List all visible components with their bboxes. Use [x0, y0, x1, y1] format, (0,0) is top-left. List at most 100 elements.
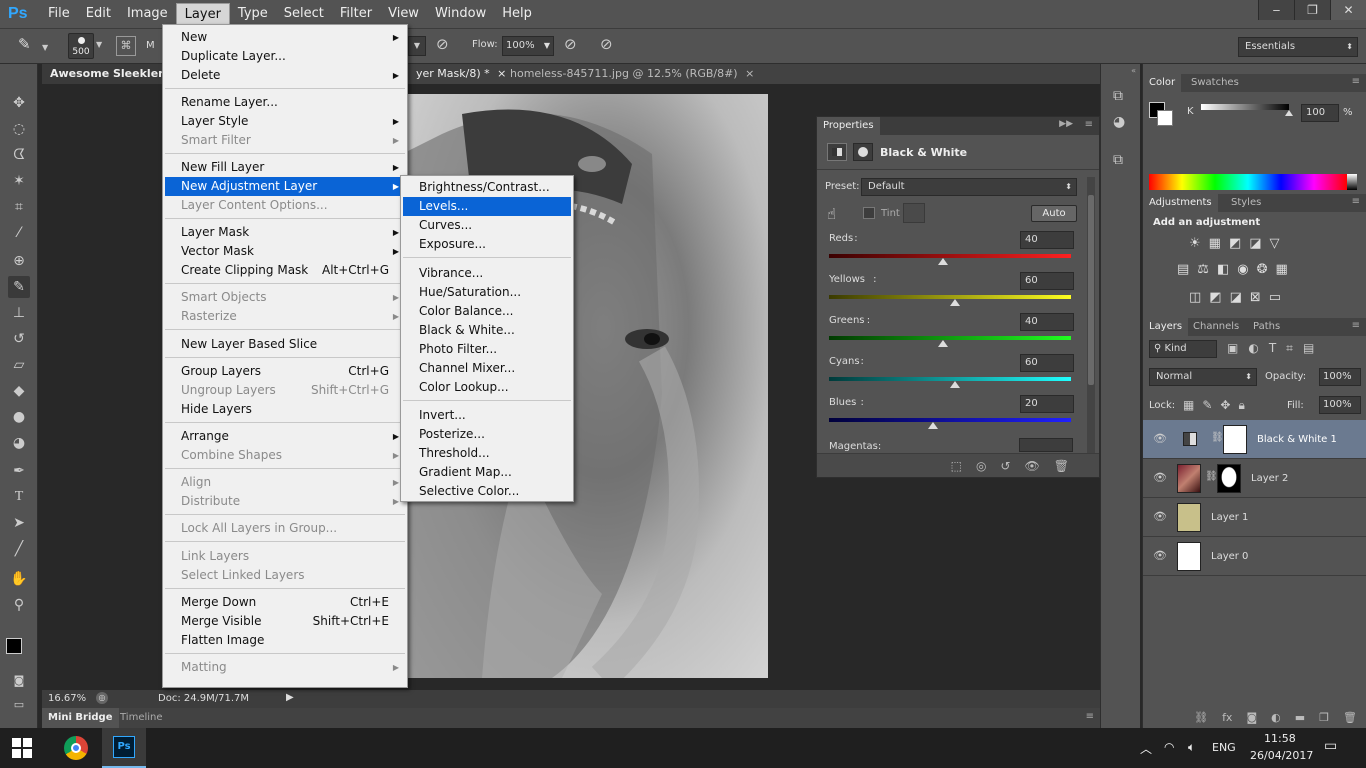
clone-stamp-tool-icon[interactable]: ⊥	[8, 302, 30, 324]
k-value-input[interactable]: 100	[1301, 104, 1339, 122]
chevron-up-icon[interactable]: ︿	[1140, 740, 1152, 757]
magentas-value-input[interactable]	[1019, 438, 1073, 452]
eye-icon[interactable]: 👁︎	[1153, 432, 1167, 446]
eye-icon[interactable]: 👁︎	[1025, 454, 1040, 477]
trash-icon[interactable]: 🗑︎	[1054, 454, 1069, 477]
layer-row[interactable]: 👁︎ Layer 1	[1143, 498, 1366, 537]
slider-thumb[interactable]	[1285, 110, 1293, 116]
tab-color[interactable]: Color	[1143, 74, 1182, 92]
pressure-size-icon[interactable]: ⊘	[600, 35, 613, 53]
slider-thumb[interactable]	[937, 258, 948, 265]
zoom-tool-icon[interactable]: ⚲	[8, 594, 30, 616]
tab-styles[interactable]: Styles	[1225, 194, 1267, 212]
menu-item-exposure[interactable]: Exposure...	[403, 235, 571, 254]
menu-item-threshold[interactable]: Threshold...	[403, 444, 571, 463]
quick-mask-icon[interactable]: ◙	[8, 670, 30, 692]
slider-value-input[interactable]: 40	[1020, 231, 1074, 249]
tab-mini-bridge[interactable]: Mini Bridge	[42, 708, 119, 728]
windows-start-icon[interactable]	[12, 738, 32, 758]
tab-timeline[interactable]: Timeline	[116, 708, 167, 728]
panel-menu-icon[interactable]: ≡	[1352, 196, 1360, 207]
curves-icon[interactable]: ◩	[1229, 236, 1241, 252]
menu-item-curves[interactable]: Curves...	[403, 216, 571, 235]
layer-name[interactable]: Layer 2	[1251, 473, 1288, 484]
channel-mixer-icon[interactable]: ❂	[1257, 262, 1268, 278]
color-spectrum-bar[interactable]	[1149, 174, 1347, 190]
crop-tool-icon[interactable]: ⌗	[8, 196, 30, 218]
eye-icon[interactable]: 👁︎	[1153, 510, 1167, 524]
brush-presets-icon[interactable]: ◕	[1113, 114, 1125, 130]
blur-tool-icon[interactable]: ●	[8, 406, 30, 428]
preset-select[interactable]: Default ⬍	[861, 178, 1077, 196]
menu-item-create-clipping-mask[interactable]: Create Clipping Mask Alt+Ctrl+G	[165, 261, 405, 280]
slider-thumb[interactable]	[928, 422, 939, 429]
mask-icon[interactable]	[853, 143, 873, 161]
zoom-level[interactable]: 16.67%	[48, 693, 86, 704]
lasso-tool-icon[interactable]: ᗧ	[8, 144, 30, 166]
menu-select[interactable]: Select	[276, 3, 332, 25]
tint-color-swatch[interactable]	[903, 203, 925, 223]
move-tool-icon[interactable]: ✥	[8, 92, 30, 114]
slider-track[interactable]	[829, 254, 1071, 258]
clock-time[interactable]: 11:58	[1264, 732, 1296, 745]
menu-item-duplicate-layer[interactable]: Duplicate Layer...	[165, 47, 405, 66]
menu-item-hue-saturation[interactable]: Hue/Saturation...	[403, 283, 571, 302]
doc-tab-active[interactable]: yer Mask/8) * ×	[408, 64, 514, 84]
gradient-triangle-icon[interactable]: ▽	[1270, 236, 1280, 252]
menu-filter[interactable]: Filter	[332, 3, 380, 25]
menu-layer[interactable]: Layer	[175, 3, 230, 25]
bw-ramp[interactable]	[1347, 174, 1357, 190]
menu-item-hide-layers[interactable]: Hide Layers	[165, 400, 405, 419]
type-tool-icon[interactable]: T	[8, 486, 30, 508]
slider-value-input[interactable]: 20	[1020, 395, 1074, 413]
collapse-icon[interactable]: «	[1105, 66, 1136, 75]
add-mask-icon[interactable]: ◙	[1246, 708, 1257, 728]
view-previous-icon[interactable]: ◎	[976, 454, 986, 477]
background-color-swatch[interactable]	[1157, 110, 1173, 126]
exposure-icon[interactable]: ◪	[1249, 236, 1261, 252]
flow-input[interactable]: 100% ▼	[502, 36, 554, 56]
menu-item-delete[interactable]: Delete ▶	[165, 66, 405, 85]
menu-item-photo-filter[interactable]: Photo Filter...	[403, 340, 571, 359]
vibrance-icon[interactable]: ▤	[1177, 262, 1189, 278]
menu-item-posterize[interactable]: Posterize...	[403, 425, 571, 444]
adjustments-panel-icon[interactable]: ⧉	[1113, 152, 1123, 168]
menu-item-merge-down[interactable]: Merge Down Ctrl+E	[165, 593, 405, 612]
history-brush-tool-icon[interactable]: ↺	[8, 328, 30, 350]
menu-item-new[interactable]: New ▶	[165, 28, 405, 47]
blend-mode-select[interactable]: Normal ⬍	[1149, 368, 1257, 386]
auto-button[interactable]: Auto	[1031, 205, 1077, 222]
menu-view[interactable]: View	[380, 3, 427, 25]
brush-panel-icon[interactable]: ⌘	[116, 36, 136, 56]
dodge-tool-icon[interactable]: ◕	[8, 432, 30, 454]
brush-preset-picker[interactable]: 500	[68, 33, 94, 59]
photo-filter-icon[interactable]: ◉	[1237, 262, 1248, 278]
menu-item-layer-style[interactable]: Layer Style ▶	[165, 112, 405, 131]
layer-name[interactable]: Layer 1	[1211, 512, 1248, 523]
opacity-input[interactable]: 100%	[1319, 368, 1361, 386]
eraser-tool-icon[interactable]: ▱	[8, 354, 30, 376]
menu-item-channel-mixer[interactable]: Channel Mixer...	[403, 359, 571, 378]
panel-menu-icon[interactable]: ≡	[1085, 119, 1093, 130]
brightness-icon[interactable]: ☀	[1189, 236, 1201, 252]
hand-tool-icon[interactable]: ✋	[8, 568, 30, 590]
adjustment-filter-icon[interactable]: ◐	[1248, 341, 1258, 356]
menu-item-levels[interactable]: Levels...	[403, 197, 571, 216]
line-tool-icon[interactable]: ╱	[8, 538, 30, 560]
menu-item-color-lookup[interactable]: Color Lookup...	[403, 378, 571, 397]
slider-track[interactable]	[829, 418, 1071, 422]
menu-file[interactable]: File	[40, 3, 78, 25]
share-icon[interactable]: ◎	[96, 692, 108, 704]
pressure-opacity-icon[interactable]: ⊘	[436, 35, 449, 53]
menu-item-selective-color[interactable]: Selective Color...	[403, 482, 571, 501]
chevron-down-icon[interactable]: ▼	[42, 43, 48, 52]
menu-help[interactable]: Help	[494, 3, 540, 25]
chevron-down-icon[interactable]: ▼	[96, 40, 102, 49]
adjustment-layer-icon[interactable]	[827, 143, 847, 161]
pen-tool-icon[interactable]: ✒	[8, 460, 30, 482]
color-lookup-icon[interactable]: ▦	[1276, 262, 1288, 278]
minimize-button[interactable]: ‒	[1258, 0, 1294, 20]
menu-item-group-layers[interactable]: Group Layers Ctrl+G	[165, 362, 405, 381]
status-menu-arrow-icon[interactable]: ▶	[286, 692, 294, 703]
clock-date[interactable]: 26/04/2017	[1250, 749, 1313, 762]
